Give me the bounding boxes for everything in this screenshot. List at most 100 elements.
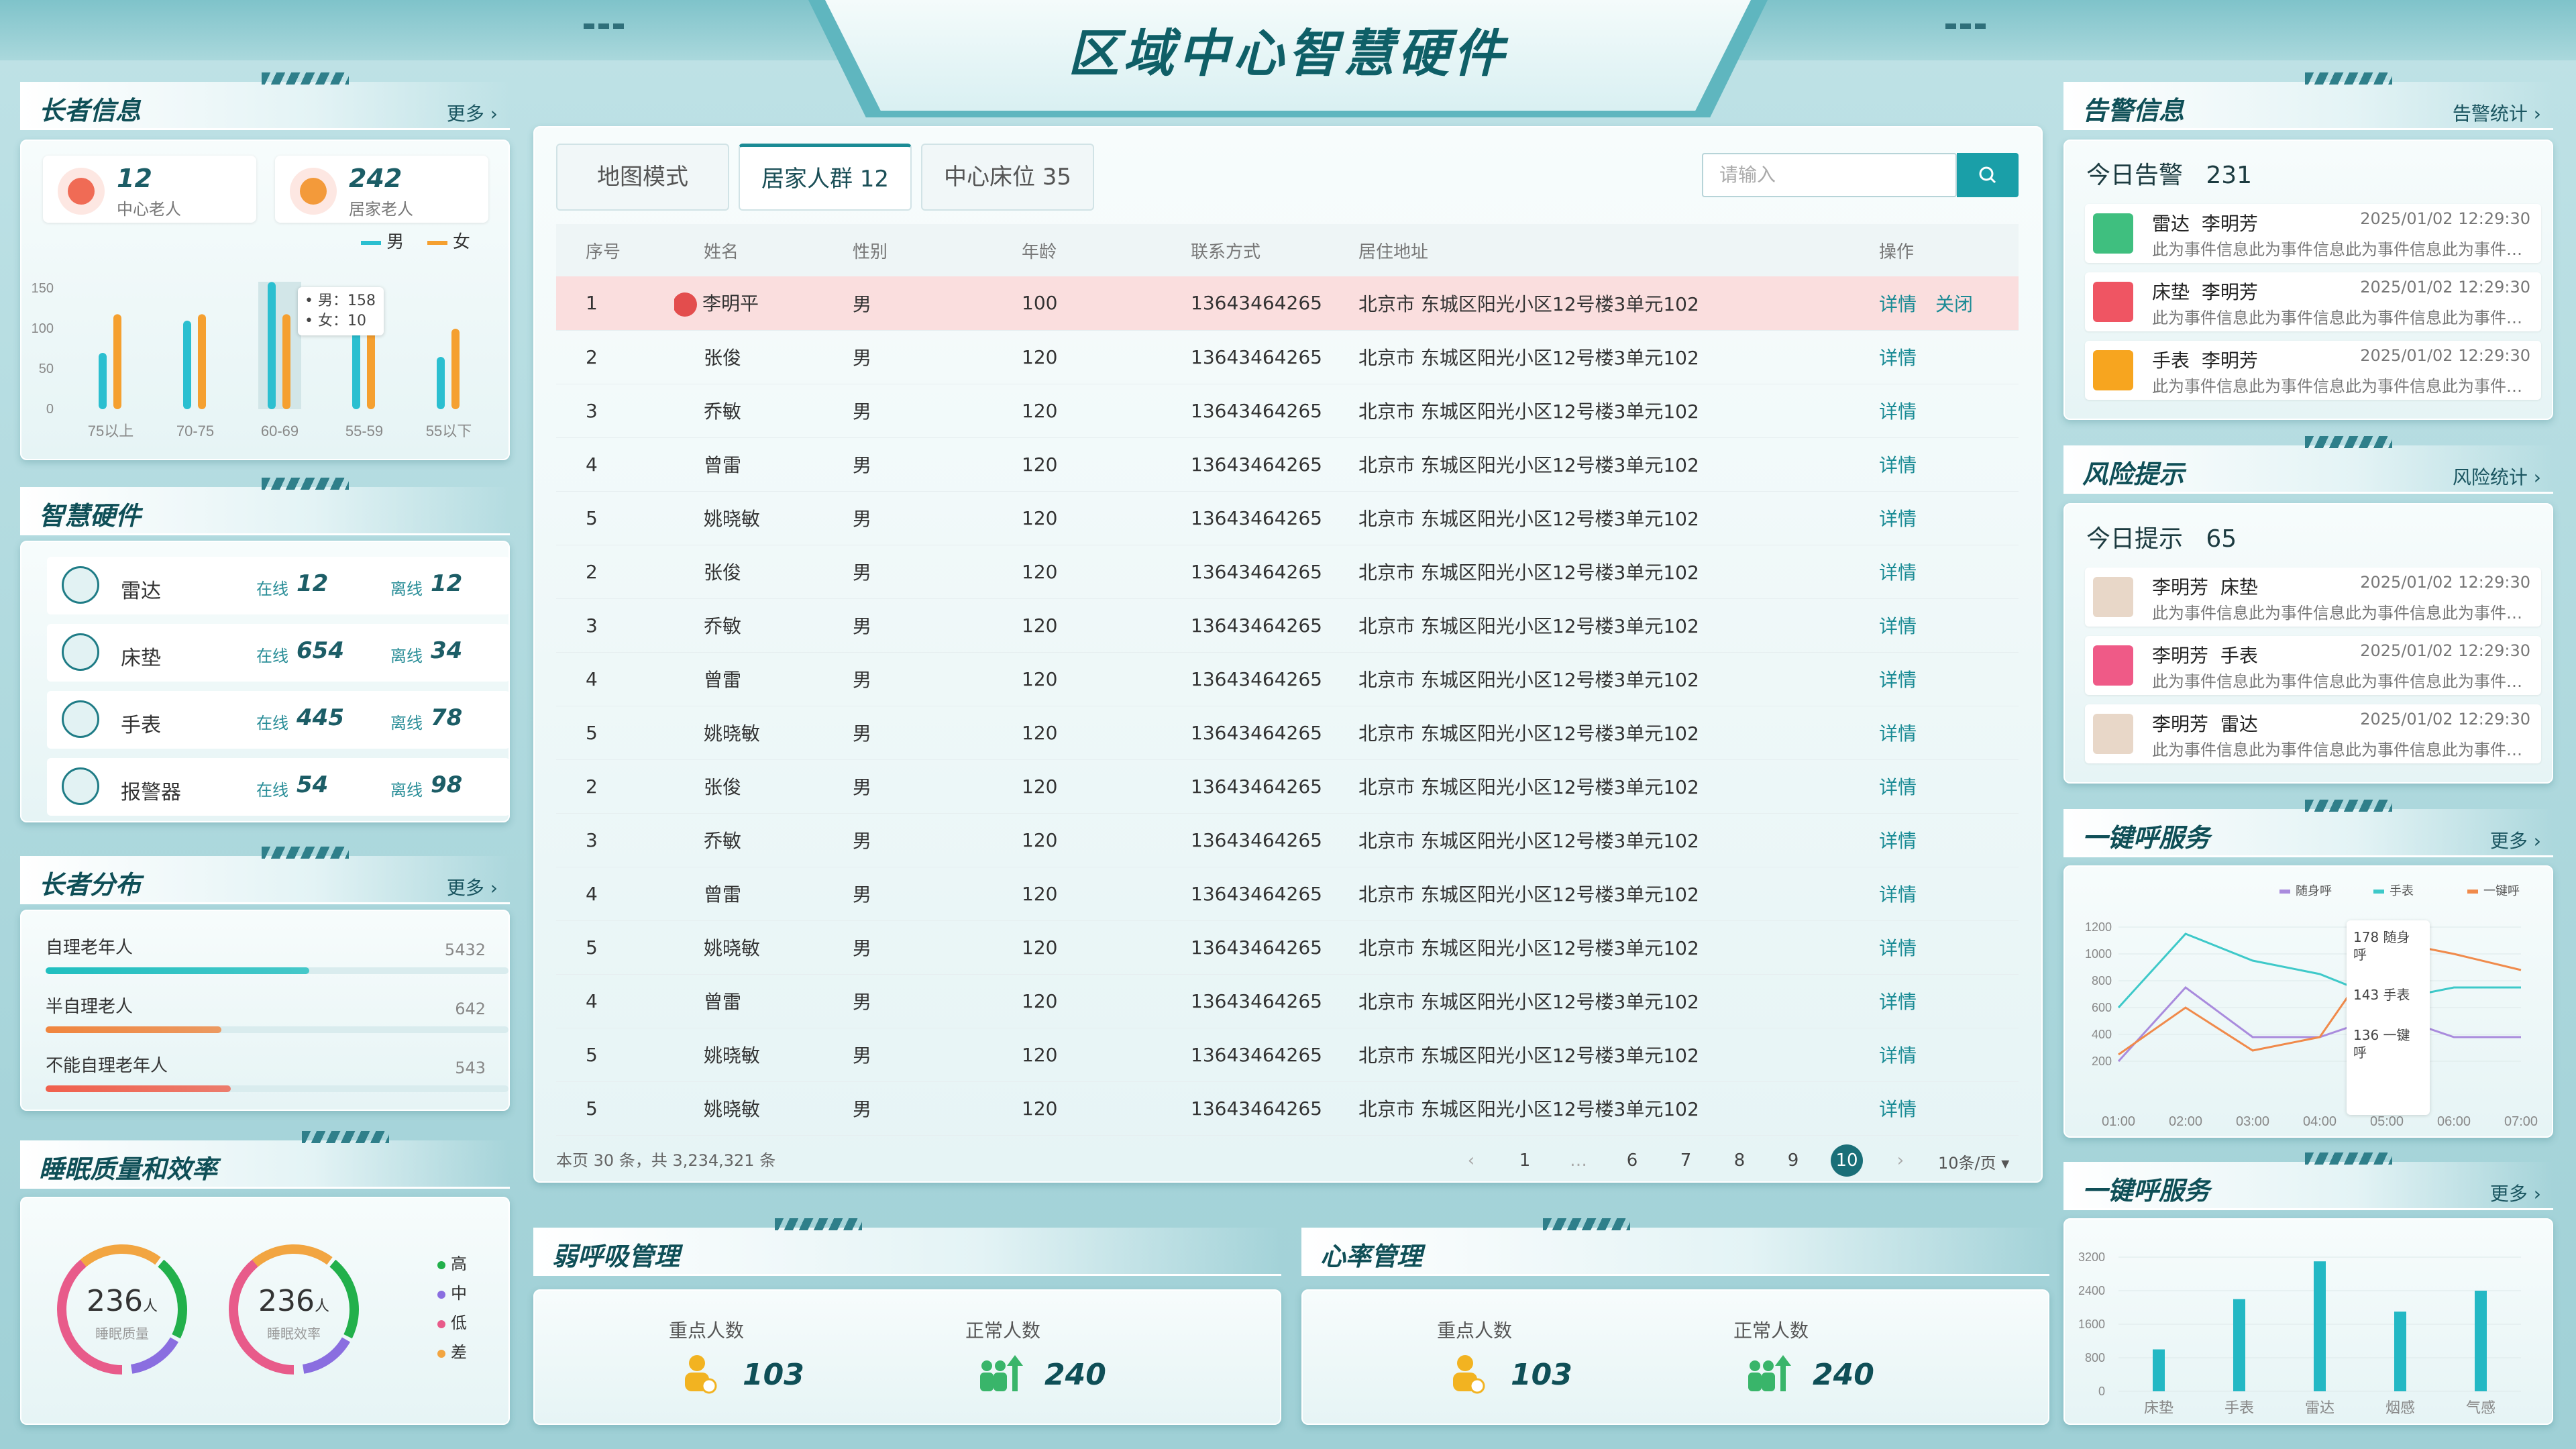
risk-stats-link[interactable]: 风险统计 ›: [2453, 463, 2541, 490]
page-button[interactable]: 9: [1777, 1144, 1809, 1177]
row-actions: 详情: [1849, 330, 2019, 384]
hardware-row-watch[interactable]: 手表 在线 445 离线 78: [47, 691, 510, 749]
table-row[interactable]: 1 李明平 男 100 13643464265 北京市 东城区阳光小区12号楼3单元102…: [556, 276, 2019, 331]
page-button[interactable]: 1: [1509, 1144, 1541, 1177]
table-row[interactable]: 2 张俊 男 120 13643464265 北京市 东城区阳光小区12号楼3单元102 详…: [556, 759, 2019, 814]
distribution-more-link[interactable]: 更多 ›: [447, 873, 498, 900]
call-service2-header: 一键呼服务 更多 ›: [2063, 1152, 2553, 1210]
risk-item[interactable]: 李明芳 床垫 2025/01/02 12:29:30 此为事件信息此为事件信息此为事…: [2085, 568, 2541, 627]
page-button[interactable]: 7: [1670, 1144, 1702, 1177]
legend-swatch: [2373, 890, 2384, 894]
device-call-bar-chart: 0 800 1600 2400 3200 床垫 手表 雷达 烟感 气感: [2078, 1250, 2521, 1416]
hardware-name: 床垫: [121, 647, 161, 670]
row-phone: 13643464265: [1161, 759, 1329, 814]
table-row[interactable]: 4 曾雷 男 120 13643464265 北京市 东城区阳光小区12号楼3单元102 详…: [556, 652, 2019, 706]
row-number-text: 1: [586, 292, 598, 315]
row-address-text: 北京市 东城区阳光小区12号楼3单元102: [1358, 561, 1699, 584]
detail-link[interactable]: 详情: [1879, 991, 1917, 1013]
detail-link[interactable]: 详情: [1879, 937, 1917, 959]
detail-link[interactable]: 详情: [1879, 830, 1917, 852]
detail-link[interactable]: 详情: [1879, 1044, 1917, 1067]
tab-map-mode[interactable]: 地图模式: [556, 144, 729, 211]
detail-link[interactable]: 详情: [1879, 722, 1917, 745]
table-row[interactable]: 5 姚晓敏 男 120 13643464265 北京市 东城区阳光小区12号楼3单元102…: [556, 920, 2019, 975]
call-service2-more-link[interactable]: 更多 ›: [2490, 1179, 2541, 1206]
page-button[interactable]: 8: [1723, 1144, 1756, 1177]
alarm-panel: 今日告警 231 雷达 李明芳 2025/01/02 12:29:30 此为事件信息…: [2063, 140, 2553, 420]
detail-link[interactable]: 详情: [1879, 508, 1917, 530]
table-row[interactable]: 5 姚晓敏 男 120 13643464265 北京市 东城区阳光小区12号楼3单元102…: [556, 491, 2019, 545]
table-row[interactable]: 3 乔敏 男 120 13643464265 北京市 东城区阳光小区12号楼3单元102 详…: [556, 598, 2019, 653]
row-gender: 男: [823, 330, 992, 384]
tab-center-beds[interactable]: 中心床位 35: [921, 144, 1094, 211]
detail-link[interactable]: 详情: [1879, 561, 1917, 584]
alarm-item[interactable]: 雷达 李明芳 2025/01/02 12:29:30 此为事件信息此为事件信息此为事…: [2085, 204, 2541, 263]
detail-link[interactable]: 详情: [1879, 347, 1917, 369]
hardware-row-radar[interactable]: 雷达 在线 12 离线 12: [47, 557, 510, 614]
table-row[interactable]: 5 姚晓敏 男 120 13643464265 北京市 东城区阳光小区12号楼3单元102…: [556, 1028, 2019, 1082]
detail-link[interactable]: 详情: [1879, 400, 1917, 423]
detail-link[interactable]: 详情: [1879, 669, 1917, 691]
detail-link[interactable]: 详情: [1879, 454, 1917, 476]
page-size-select[interactable]: 10条/页 ▾: [1938, 1150, 2009, 1173]
x-tick-label: 75以上: [88, 423, 133, 439]
table-row[interactable]: 4 曾雷 男 120 13643464265 北京市 东城区阳光小区12号楼3单元102 详…: [556, 867, 2019, 921]
row-address: 北京市 东城区阳光小区12号楼3单元102: [1329, 1028, 1849, 1082]
x-tick-label: 55以下: [426, 423, 472, 439]
table-row[interactable]: 3 乔敏 男 120 13643464265 北京市 东城区阳光小区12号楼3单元102 详…: [556, 813, 2019, 867]
current-page-button[interactable]: 10: [1831, 1144, 1863, 1177]
detail-link[interactable]: 详情: [1879, 1098, 1917, 1120]
row-gender-text: 男: [853, 508, 872, 530]
row-name: 姚晓敏: [674, 491, 823, 545]
online-label: 在线: [256, 714, 288, 733]
hardware-row-mattress[interactable]: 床垫 在线 654 离线 34: [47, 624, 510, 682]
row-name-text: 曾雷: [704, 669, 742, 691]
alarm-person: 李明芳: [2201, 350, 2258, 372]
call-service-line-chart: 随身呼 手表 一键呼 200 400 600 800 1000 1200 01:00 02:00 03…: [2085, 884, 2538, 1129]
legend-female-swatch: [427, 240, 447, 245]
detail-link[interactable]: 详情: [1879, 776, 1917, 798]
alarm-item[interactable]: 床垫 李明芳 2025/01/02 12:29:30 此为事件信息此为事件信息此为事…: [2085, 272, 2541, 331]
alarm-stats-link[interactable]: 告警统计 ›: [2453, 99, 2541, 126]
search-input[interactable]: 请输入: [1702, 153, 1957, 197]
table-row[interactable]: 5 姚晓敏 男 120 13643464265 北京市 东城区阳光小区12号楼3单元102…: [556, 1081, 2019, 1136]
row-phone: 13643464265: [1161, 867, 1329, 921]
next-page-button[interactable]: ›: [1884, 1144, 1917, 1177]
page-button[interactable]: 6: [1616, 1144, 1648, 1177]
risk-item[interactable]: 李明芳 手表 2025/01/02 12:29:30 此为事件信息此为事件信息此为事…: [2085, 636, 2541, 695]
call-service-more-link[interactable]: 更多 ›: [2490, 826, 2541, 853]
page-ellipsis[interactable]: …: [1562, 1144, 1595, 1177]
detail-link[interactable]: 详情: [1879, 615, 1917, 637]
detail-link[interactable]: 详情: [1879, 293, 1917, 315]
elder-table: 序号 姓名 性别 年龄 联系方式 居住地址 操作 1 李明平男 100 1364346…: [556, 224, 2019, 1136]
online-label: 在线: [256, 580, 288, 598]
y-tick-label: 1600: [2078, 1318, 2105, 1331]
close-link[interactable]: 关闭: [1935, 293, 1973, 315]
row-number-text: 3: [586, 828, 598, 851]
distribution-title: 长者分布: [39, 870, 142, 900]
row-address: 北京市 东城区阳光小区12号楼3单元102: [1329, 867, 1849, 921]
prev-page-button[interactable]: ‹: [1455, 1144, 1487, 1177]
row-name-text: 张俊: [704, 347, 742, 369]
row-name: 乔敏: [674, 813, 823, 867]
distribution-bar: [46, 967, 508, 974]
row-phone: 13643464265: [1161, 598, 1329, 653]
hardware-row-alarm[interactable]: 报警器 在线 54 离线 98: [47, 758, 510, 816]
risk-desc: 此为事件信息此为事件信息此为事件信息此为事件信息: [2152, 672, 2528, 691]
tab-home-group[interactable]: 居家人群 12: [739, 144, 912, 211]
table-row[interactable]: 2 张俊 男 120 13643464265 北京市 东城区阳光小区12号楼3单元102 详…: [556, 545, 2019, 599]
risk-item[interactable]: 李明芳 雷达 2025/01/02 12:29:30 此为事件信息此为事件信息此为事…: [2085, 704, 2541, 763]
search-button[interactable]: [1957, 153, 2019, 197]
detail-link[interactable]: 详情: [1879, 883, 1917, 906]
table-row[interactable]: 2 张俊 男 120 13643464265 北京市 东城区阳光小区12号楼3单元102 详…: [556, 330, 2019, 384]
avatar: [2093, 714, 2133, 754]
table-row[interactable]: 4 曾雷 男 120 13643464265 北京市 东城区阳光小区12号楼3单元102 详…: [556, 974, 2019, 1028]
y-tick-label: 400: [2092, 1028, 2112, 1041]
table-row[interactable]: 4 曾雷 男 120 13643464265 北京市 东城区阳光小区12号楼3单元102 详…: [556, 437, 2019, 492]
table-row[interactable]: 5 姚晓敏 男 120 13643464265 北京市 东城区阳光小区12号楼3单元102…: [556, 706, 2019, 760]
alarm-item[interactable]: 手表 李明芳 2025/01/02 12:29:30 此为事件信息此为事件信息此为事…: [2085, 341, 2541, 400]
y-tick-label: 50: [39, 362, 54, 376]
row-name-text: 曾雷: [704, 454, 742, 476]
table-row[interactable]: 3 乔敏 男 120 13643464265 北京市 东城区阳光小区12号楼3单元102 详…: [556, 384, 2019, 438]
elder-info-more-link[interactable]: 更多 ›: [447, 99, 498, 126]
